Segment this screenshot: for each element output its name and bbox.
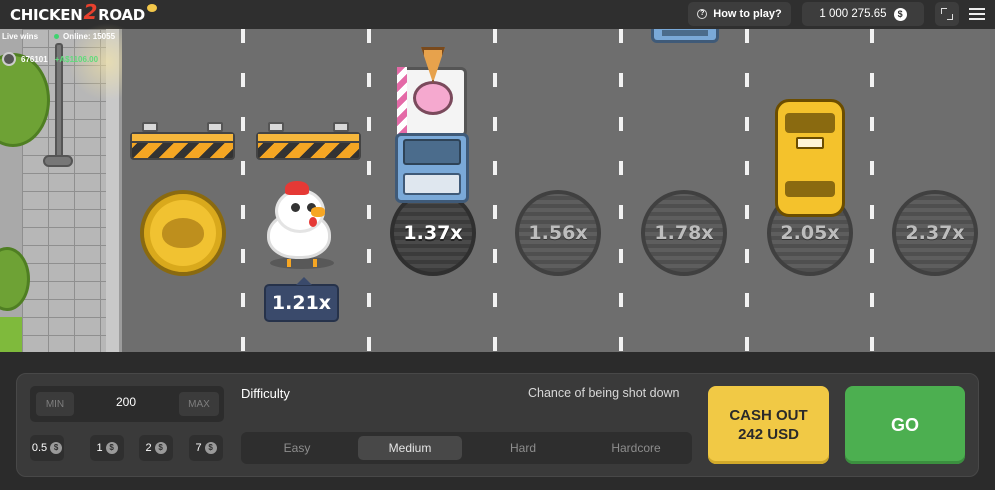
lane-divider <box>745 29 749 352</box>
cash-out-label: CASH OUT <box>729 407 808 424</box>
eggs-icon <box>146 4 157 12</box>
lane-divider <box>493 29 497 352</box>
lane-multiplier: 2.37x <box>905 222 965 244</box>
bet-chip-button[interactable]: 2 $ <box>139 435 173 461</box>
lane-multiplier: 2.05x <box>780 222 840 244</box>
chip-value: 1 <box>96 442 103 454</box>
road-barrier-icon <box>130 122 235 162</box>
difficulty-label: Difficulty <box>241 386 290 401</box>
ice-cream-truck-icon <box>393 47 471 207</box>
difficulty-tab-medium[interactable]: Medium <box>358 436 462 460</box>
bet-chip-button[interactable]: 7 $ <box>189 435 223 461</box>
online-count: Online: 15055 <box>54 32 115 41</box>
lane-divider <box>241 29 245 352</box>
bet-chip-button[interactable]: 0.5 $ <box>30 435 64 461</box>
how-to-play-label: How to play? <box>713 8 782 20</box>
dollar-coin-icon: $ <box>154 442 167 454</box>
sidewalk <box>0 23 146 352</box>
taxi-car-icon <box>775 99 845 217</box>
chip-value: 2 <box>145 442 152 454</box>
dollar-coin-icon: $ <box>105 442 118 454</box>
online-dot-icon <box>54 34 59 39</box>
dollar-coin-icon: $ <box>204 442 217 454</box>
current-multiplier-value: 1.21x <box>271 292 332 314</box>
online-label: Online: 15055 <box>63 32 116 41</box>
lamp-base <box>43 155 73 167</box>
truck-icon <box>651 29 719 43</box>
live-win-row: 676101 +A$1106.00 <box>2 52 98 66</box>
logo-text-road: ROAD <box>98 6 145 24</box>
lane-multiplier: 1.56x <box>528 222 588 244</box>
game-scene: 1.21x 1.37x 1.56x 1.78x 2.05x 2.37x <box>0 23 995 352</box>
lane-manhole: 1.56x <box>515 190 601 276</box>
min-bet-button[interactable]: MIN <box>36 392 74 416</box>
dollar-coin-icon: $ <box>50 442 63 454</box>
balance-value: 1 000 275.65 <box>819 8 887 20</box>
difficulty-tab-easy[interactable]: Easy <box>245 436 349 460</box>
balance-display: 1 000 275.65 $ <box>802 2 924 26</box>
logo: CHICKEN 2 ROAD <box>10 0 157 26</box>
lane-divider <box>870 29 874 352</box>
hamburger-menu-icon[interactable] <box>968 5 986 23</box>
difficulty-tab-hardcore[interactable]: Hardcore <box>584 436 688 460</box>
difficulty-tab-hard[interactable]: Hard <box>471 436 575 460</box>
chicken-icon <box>261 181 339 269</box>
avatar <box>2 52 16 66</box>
dollar-coin-icon: $ <box>893 7 907 21</box>
go-button[interactable]: GO <box>845 386 965 464</box>
road-barrier-icon <box>256 122 361 162</box>
lane-manhole: 1.78x <box>641 190 727 276</box>
lane-multiplier: 1.37x <box>403 222 463 244</box>
bet-amount-value[interactable]: 200 <box>80 395 172 409</box>
bet-chip-button[interactable]: 1 $ <box>90 435 124 461</box>
lane-manhole: 2.37x <box>892 190 978 276</box>
winner-id: 676101 <box>21 54 48 64</box>
chance-label: Chance of being shot down <box>528 386 680 400</box>
cash-out-amount: 242 USD <box>738 426 799 443</box>
question-icon: ? <box>697 9 708 19</box>
max-bet-button[interactable]: MAX <box>179 392 219 416</box>
fullscreen-icon[interactable] <box>935 2 959 26</box>
cash-out-button[interactable]: CASH OUT 242 USD <box>708 386 829 464</box>
how-to-play-button[interactable]: ? How to play? <box>688 2 791 26</box>
logo-text-chicken: CHICKEN <box>10 6 83 24</box>
roasted-chicken-coin-icon <box>140 190 226 276</box>
winner-amount: +A$1106.00 <box>54 54 99 64</box>
lane-divider <box>367 29 371 352</box>
chip-value: 7 <box>195 442 202 454</box>
logo-text-two: 2 <box>83 0 98 24</box>
grass-patch <box>0 317 22 352</box>
top-bar: CHICKEN 2 ROAD ? How to play? 1 000 275.… <box>0 0 995 29</box>
lane-divider <box>619 29 623 352</box>
chip-value: 0.5 <box>31 442 48 454</box>
live-wins-label: Live wins <box>2 32 39 41</box>
game-app: CHICKEN 2 ROAD ? How to play? 1 000 275.… <box>0 0 995 490</box>
lane-multiplier: 1.78x <box>654 222 714 244</box>
current-multiplier-tag: 1.21x <box>264 277 339 322</box>
